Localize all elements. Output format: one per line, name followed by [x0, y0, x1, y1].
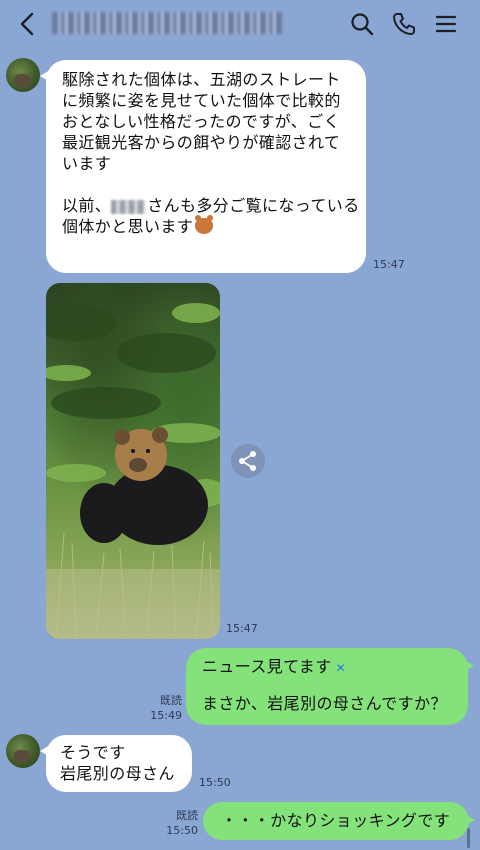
- message-text-line: ニュース見てます ✕: [202, 656, 458, 679]
- read-receipt: 既読 15:50: [164, 808, 198, 838]
- avatar[interactable]: [6, 734, 40, 768]
- message-text-line: 駆除された個体は、五湖のストレート: [62, 70, 341, 89]
- message-bubble-outgoing[interactable]: ニュース見てます ✕ まさか、岩尾別の母さんですか？: [186, 648, 474, 725]
- message-text: ニュース見てます: [202, 657, 332, 676]
- message-text-line: ・・・かなりショッキングです: [221, 811, 451, 830]
- message-bubble-incoming[interactable]: 駆除された個体は、五湖のストレート に頻繁に姿を見せていた個体で比較的 おとなし…: [40, 60, 366, 273]
- message-text-line: います: [62, 154, 112, 173]
- bear-figure: [80, 427, 208, 545]
- photo-scene: [46, 303, 220, 639]
- message-timestamp: 15:50: [166, 824, 198, 837]
- message-timestamp: 15:50: [199, 776, 231, 789]
- message-text-prefix: 以前、: [62, 196, 112, 215]
- message-text-line: 岩尾別の母さん: [60, 764, 175, 783]
- scrollbar[interactable]: [467, 828, 470, 848]
- message-text-line: に頻繁に姿を見せていた個体で比較的: [62, 91, 341, 110]
- chat-title-blurred[interactable]: [52, 12, 282, 34]
- phone-icon[interactable]: [390, 10, 418, 38]
- share-icon: [239, 451, 256, 471]
- message-text-line: 最近観光客からの餌やりが確認されて: [62, 133, 341, 152]
- message-timestamp: 15:47: [226, 622, 258, 635]
- chat-header: [0, 0, 480, 48]
- menu-icon[interactable]: [432, 10, 460, 38]
- crying-emoji-icon: ✕: [335, 661, 347, 675]
- bear-emoji-icon: [195, 215, 214, 234]
- search-icon[interactable]: [348, 10, 376, 38]
- read-receipt: 既読 15:49: [148, 693, 182, 723]
- message-timestamp: 15:49: [150, 709, 182, 722]
- message-text-line: 個体かと思います: [62, 215, 352, 237]
- message-bubble-incoming[interactable]: そうです 岩尾別の母さん: [40, 735, 192, 792]
- message-timestamp: 15:47: [373, 258, 405, 271]
- read-label: 既読: [176, 809, 198, 822]
- blurred-name: [111, 199, 146, 214]
- avatar[interactable]: [6, 58, 40, 92]
- message-text-line: 以前、 さんも多分ご覧になっている: [62, 195, 359, 216]
- message-text-suffix: さんも多分ご覧になっている: [147, 196, 360, 215]
- back-arrow-icon[interactable]: [14, 10, 42, 38]
- message-text-line: おとなしい性格だったのですが、ごく: [62, 112, 341, 131]
- share-button[interactable]: [231, 444, 265, 478]
- message-text: 個体かと思います: [62, 217, 194, 236]
- bear-photo[interactable]: [46, 283, 220, 639]
- read-label: 既読: [160, 694, 182, 707]
- message-text-line: まさか、岩尾別の母さんですか？: [202, 694, 447, 713]
- message-bubble-outgoing[interactable]: ・・・かなりショッキングです: [203, 802, 475, 840]
- message-text-line: そうです: [60, 743, 126, 762]
